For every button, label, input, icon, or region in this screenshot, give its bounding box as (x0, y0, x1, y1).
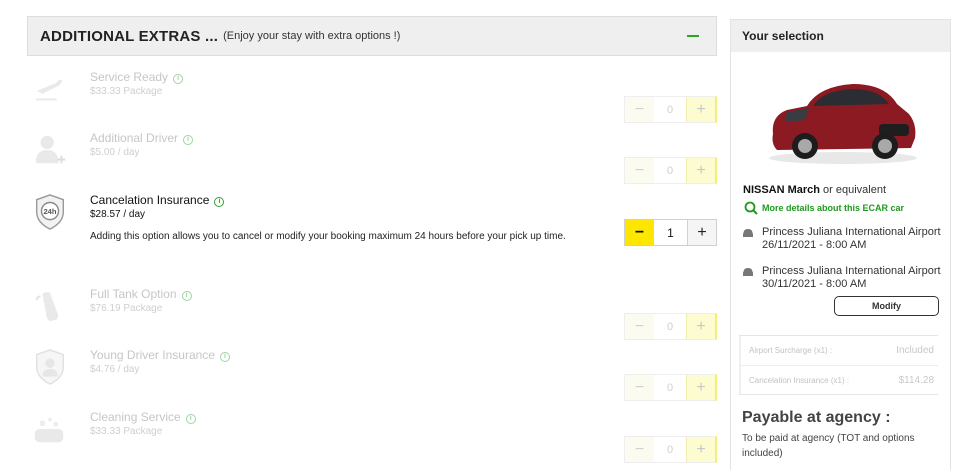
charge-row: Airport Surcharge (x1) : Included (739, 336, 938, 365)
charge-amount: $114.28 (898, 374, 934, 386)
car-image (769, 84, 917, 164)
pickup-location: Princess Juliana International Airport (762, 226, 941, 238)
info-icon[interactable]: i (185, 414, 196, 424)
collapse-minus-icon[interactable] (687, 35, 699, 37)
cleaning-icon (34, 417, 64, 443)
car-equivalent: or equivalent (823, 184, 887, 196)
charge-row: Cancelation Insurance (x1) : $114.28 (739, 365, 938, 394)
quantity-value: 0 (654, 158, 686, 183)
option-name: Service Ready (90, 70, 169, 84)
magnifier-icon (744, 201, 758, 215)
info-icon[interactable]: i (219, 352, 230, 362)
extra-option-cancelation-insurance: 24h Cancelation Insurance i $28.57 / day … (27, 193, 717, 263)
option-name: Cancelation Insurance (90, 193, 210, 207)
option-name: Full Tank Option (90, 287, 177, 301)
increment-button[interactable]: + (686, 437, 715, 462)
young-driver-shield-icon (35, 349, 65, 385)
extras-subtitle: (Enjoy your stay with extra options !) (223, 30, 401, 42)
charge-amount: Included (896, 345, 934, 356)
quantity-stepper: − 1 + (624, 219, 717, 246)
option-price: $4.76 / day (90, 364, 140, 375)
quantity-value: 0 (654, 314, 686, 339)
quantity-stepper: − 0 + (624, 436, 717, 463)
decrement-button[interactable]: − (625, 158, 654, 183)
dropoff-info: Princess Juliana International Airport 3… (742, 265, 941, 291)
decrement-button[interactable]: − (625, 314, 654, 339)
increment-button[interactable]: + (686, 97, 715, 122)
charges-table: Airport Surcharge (x1) : Included Cancel… (739, 335, 938, 395)
option-description: Adding this option allows you to cancel … (90, 231, 566, 242)
option-price: $33.33 Package (90, 86, 163, 97)
info-icon[interactable]: i (181, 291, 192, 301)
add-driver-icon (35, 135, 66, 164)
charge-label: Airport Surcharge (x1) : (749, 346, 833, 355)
option-price: $33.33 Package (90, 426, 163, 437)
decrement-button[interactable]: − (625, 375, 654, 400)
quantity-stepper: − 0 + (624, 313, 717, 340)
pickup-datetime: 26/11/2021 - 8:00 AM (762, 239, 867, 251)
your-selection-panel: Your selection NISSAN March or equivalent… (730, 19, 951, 470)
dropoff-datetime: 30/11/2021 - 8:00 AM (762, 278, 867, 290)
additional-extras-panel: ADDITIONAL EXTRAS ... (Enjoy your stay w… (27, 16, 717, 463)
decrement-button[interactable]: − (625, 97, 654, 122)
option-price: $76.19 Package (90, 303, 163, 314)
svg-text:24h: 24h (43, 207, 56, 216)
info-icon[interactable]: i (183, 135, 194, 145)
extra-option-full-tank: Full Tank Option i $76.19 Package − 0 + (27, 287, 717, 340)
pickup-info: Princess Juliana International Airport 2… (742, 226, 941, 252)
24h-shield-icon: 24h (35, 194, 65, 230)
extra-option-service-ready: Service Ready i $33.33 Package − 0 + (27, 70, 717, 123)
increment-button[interactable]: + (687, 220, 716, 245)
quantity-value: 0 (654, 375, 686, 400)
car-model: NISSAN March (743, 184, 821, 196)
extras-title: ADDITIONAL EXTRAS ... (40, 27, 219, 45)
car-icon (743, 229, 753, 237)
quantity-stepper: − 0 + (624, 96, 717, 123)
quantity-stepper: − 0 + (624, 374, 717, 401)
charge-label: Cancelation Insurance (x1) : (749, 375, 850, 385)
payable-note: To be paid at agency (TOT and options in… (742, 433, 915, 459)
option-name: Young Driver Insurance (90, 348, 215, 362)
quantity-value: 0 (654, 97, 686, 122)
option-price: $5.00 / day (90, 147, 140, 158)
dropoff-location: Princess Juliana International Airport (762, 265, 941, 277)
quantity-stepper: − 0 + (624, 157, 717, 184)
extra-option-young-driver: Young Driver Insurance i $4.76 / day − 0 … (27, 348, 717, 401)
extra-option-cleaning-service: Cleaning Service i $33.33 Package − 0 + (27, 410, 717, 463)
selection-title: Your selection (731, 20, 950, 52)
option-price: $28.57 / day (90, 209, 146, 220)
car-name: NISSAN March or equivalent (743, 184, 886, 196)
increment-button[interactable]: + (686, 314, 715, 339)
car-icon (743, 268, 753, 276)
decrement-button[interactable]: − (625, 220, 654, 245)
option-name: Cleaning Service (90, 410, 181, 424)
car-details-link[interactable]: More details about this ECAR car (744, 201, 904, 215)
extra-option-additional-driver: Additional Driver i $5.00 / day − 0 + (27, 131, 717, 184)
increment-button[interactable]: + (686, 375, 715, 400)
payable-title: Payable at agency : (742, 409, 891, 426)
decrement-button[interactable]: − (625, 437, 654, 462)
fuel-nozzle-icon (35, 292, 59, 322)
quantity-value: 1 (654, 220, 687, 245)
modify-button[interactable]: Modify (834, 296, 939, 316)
info-icon[interactable]: i (173, 74, 184, 84)
info-icon[interactable]: i (214, 197, 225, 207)
increment-button[interactable]: + (686, 158, 715, 183)
extras-header[interactable]: ADDITIONAL EXTRAS ... (Enjoy your stay w… (27, 16, 717, 56)
option-name: Additional Driver (90, 131, 179, 145)
airplane-icon (35, 79, 63, 101)
quantity-value: 0 (654, 437, 686, 462)
